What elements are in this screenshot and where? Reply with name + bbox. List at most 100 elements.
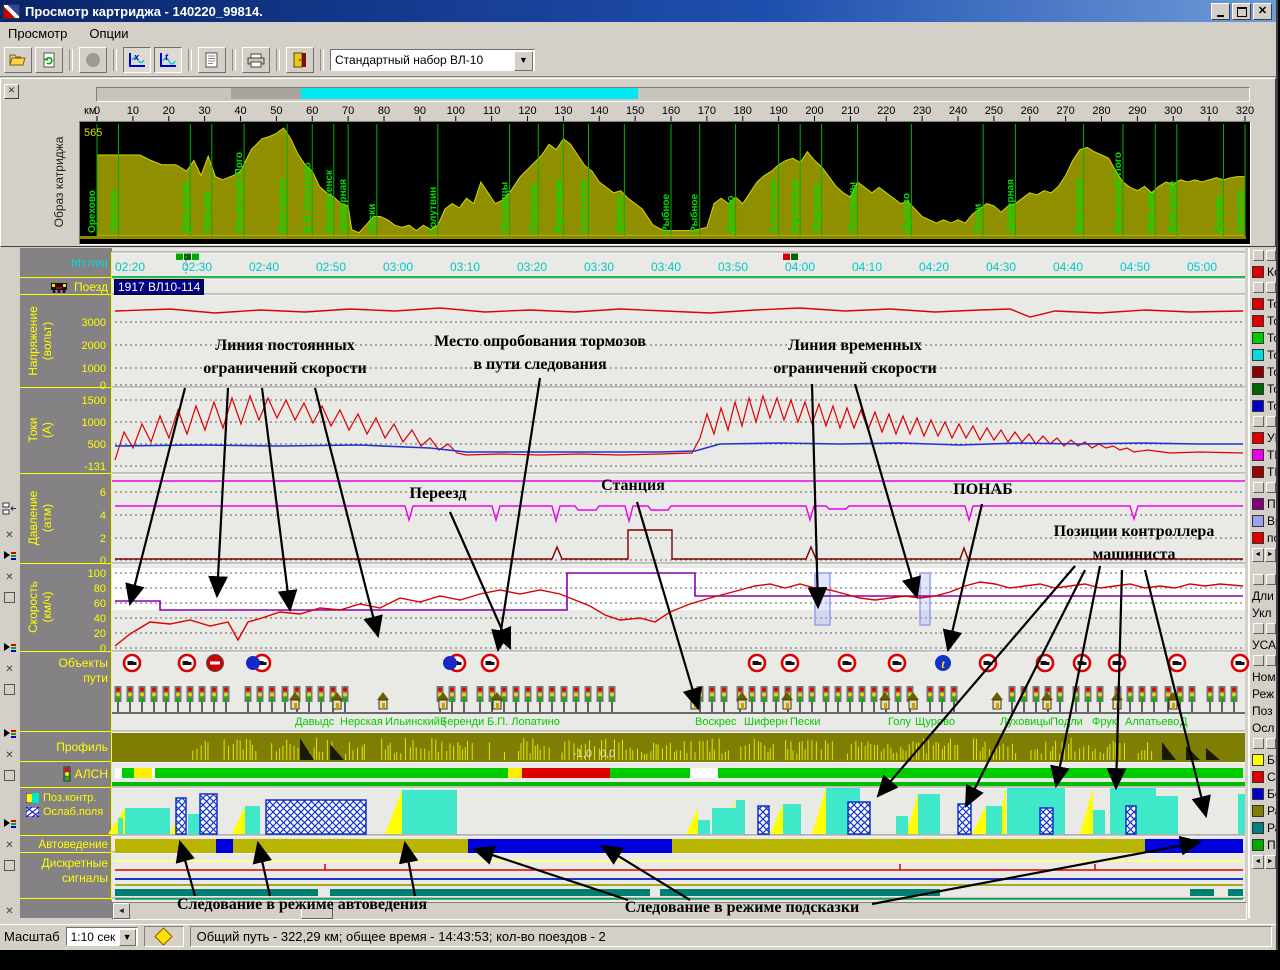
legend-group-header[interactable] [1252,414,1276,429]
legend-item[interactable]: Реж [1252,685,1276,702]
legend-item[interactable]: УСА [1252,636,1276,653]
objects-row-label: Объекты пути [30,656,108,686]
row-close-icon[interactable]: ✕ [2,528,17,543]
legend-item[interactable]: Укл [1252,604,1276,621]
legend-item[interactable]: Дли [1252,587,1276,604]
field-weakening-icon [26,807,39,817]
report-button[interactable] [198,47,226,73]
legend-item[interactable]: ТМ [1252,446,1276,463]
maximize-button[interactable] [1232,3,1251,20]
field-weaken-label: Ослаб.поля [43,806,103,818]
legend-item[interactable]: по [1252,529,1276,546]
scale-combobox[interactable]: 1:10 сек ▼ [66,927,138,946]
chart-by-time-button[interactable]: t [154,47,182,73]
chart-by-distance-button[interactable]: x [123,47,151,73]
legend-item[interactable]: Вр [1252,512,1276,529]
legend-item[interactable]: Ра [1252,819,1276,836]
status-diamond-icon [154,927,172,945]
menu-options[interactable]: Опции [89,26,128,41]
legend-item[interactable]: ТЦ [1252,463,1276,480]
legend-item[interactable]: УР [1252,429,1276,446]
legend-group-header[interactable] [1252,736,1276,751]
legend-item[interactable]: По [1252,495,1276,512]
legend-item[interactable]: То [1252,346,1276,363]
row-legend-icon[interactable] [2,816,17,831]
row-close-icon[interactable]: ✕ [2,570,17,585]
tab-cartridge-image[interactable]: Образ катриджа [52,107,68,257]
legend-item[interactable]: Осл [1252,719,1276,736]
scale-dropdown-arrow[interactable]: ▼ [119,929,136,946]
legend-group-header[interactable] [1252,480,1276,495]
legend-item[interactable]: Ра [1252,802,1276,819]
row-window-icon[interactable] [4,592,15,603]
row-window-icon[interactable] [4,770,15,781]
legend-item[interactable]: Пе [1252,836,1276,853]
legend-item-label: Ра [1267,821,1276,835]
record-button[interactable] [79,47,107,73]
legend-item[interactable]: Ном [1252,668,1276,685]
scale-label: Масштаб [4,929,60,944]
exit-door-icon [293,52,307,68]
legend-scroll-buttons[interactable]: ◄► [1252,853,1276,871]
row-legend-icon[interactable] [2,726,17,741]
minimap-close-icon[interactable]: ✕ [4,84,19,99]
legend-group-header[interactable] [1252,248,1276,263]
close-button[interactable]: ✕ [1253,3,1272,20]
legend-item-label: То [1267,382,1276,396]
record-circle-icon [85,52,101,68]
refresh-button[interactable] [35,47,63,73]
row-close-icon[interactable]: ✕ [2,748,17,763]
minimap-panel: ✕ Образ катриджа Мини-карта [0,78,1276,247]
row-legend-icon[interactable] [2,548,17,563]
legend-item[interactable]: БВ [1252,751,1276,768]
legend-item[interactable]: То [1252,312,1276,329]
legend-item[interactable]: То [1252,397,1276,414]
legend-item-label: То [1267,331,1276,345]
legend-item-label: БВ [1267,753,1276,767]
legend-item[interactable]: Кс [1252,263,1276,280]
menu-view[interactable]: Просмотр [8,26,67,41]
legend-item-label: ТМ [1267,448,1276,462]
legend-group-header[interactable] [1252,621,1276,636]
row-window-icon[interactable] [4,860,15,871]
annotation-brake-test: Место опробования тормозов в пути следов… [385,330,695,376]
minimap-scroll-thumb[interactable] [231,88,301,99]
legend-item[interactable]: Поз [1252,702,1276,719]
legend-item-label: ТЦ [1267,465,1276,479]
legend-item[interactable]: То [1252,295,1276,312]
legend-item[interactable]: То [1252,380,1276,397]
legend-item-label: Ном [1252,670,1276,684]
exit-button[interactable] [286,47,314,73]
minimap-elevation-chart[interactable] [79,121,1251,245]
legend-color-swatch [1252,771,1264,783]
legend-group-header[interactable] [1252,653,1276,668]
legend-item[interactable]: То [1252,363,1276,380]
print-button[interactable] [242,47,270,73]
row-close-icon[interactable]: ✕ [2,838,17,853]
train-id-badge[interactable]: 1917 ВЛ10-114 [114,279,204,295]
legend-color-swatch [1252,466,1264,478]
row-close-icon[interactable]: ✕ [2,662,17,677]
legend-group-header[interactable] [1252,572,1276,587]
legend-item[interactable]: Бо [1252,785,1276,802]
row-window-icon[interactable] [4,684,15,695]
row-separator [20,387,112,388]
layout-split-icon[interactable] [2,501,17,516]
legend-item-label: Поз [1252,704,1273,718]
legend-scroll-buttons[interactable]: ◄► [1252,546,1276,564]
minimize-button[interactable] [1211,3,1230,20]
combobox-dropdown-arrow[interactable]: ▼ [514,51,533,71]
parameter-set-combobox[interactable]: Стандартный набор ВЛ-10 ▼ [330,49,535,71]
legend-item-label: Дли [1252,589,1274,603]
legend-item[interactable]: Ср [1252,768,1276,785]
legend-color-swatch [1252,266,1264,278]
title-bar[interactable]: Просмотр картриджа - 140220_99814. ✕ [0,0,1276,22]
legend-group-header[interactable] [1252,280,1276,295]
row-close-icon[interactable]: ✕ [2,904,17,919]
minimap-selection-range[interactable] [301,88,638,99]
scroll-left-button[interactable]: ◄ [113,903,130,919]
row-legend-icon[interactable] [2,640,17,655]
legend-item[interactable]: То [1252,329,1276,346]
open-file-button[interactable] [4,47,32,73]
time-axis-label: hh:mm [22,256,108,270]
